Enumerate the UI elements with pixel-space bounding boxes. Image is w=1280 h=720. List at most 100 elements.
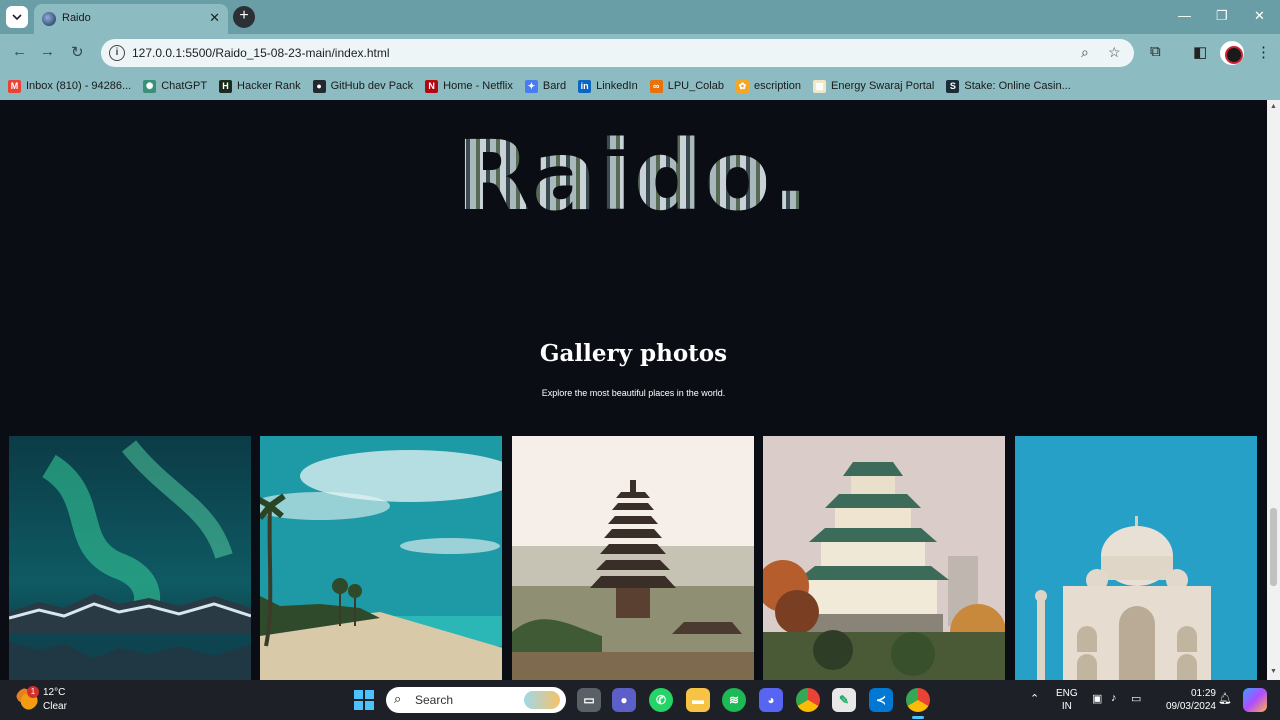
site-info-icon[interactable]: i	[109, 45, 125, 61]
photo-taj-mahal[interactable]	[1015, 436, 1257, 680]
reload-icon[interactable]: ↻	[71, 43, 84, 61]
bookmark-label: Hacker Rank	[237, 80, 301, 92]
back-icon[interactable]: ←	[12, 43, 27, 60]
netflix-icon: N	[425, 79, 439, 93]
menu-kebab-icon[interactable]: ⋮	[1256, 43, 1271, 61]
start-button[interactable]	[354, 690, 374, 710]
close-tab-icon[interactable]: ✕	[209, 10, 220, 26]
tab-search-button[interactable]	[6, 6, 28, 28]
copilot-icon[interactable]	[1243, 688, 1267, 712]
chevron-down-icon	[12, 14, 22, 21]
github-icon: ●	[312, 79, 326, 93]
spotify-icon[interactable]: ≋	[722, 688, 746, 712]
tab-raido[interactable]: Raido ✕	[34, 4, 228, 34]
bookmark-label: Bard	[542, 80, 567, 92]
teams-icon[interactable]: ●	[612, 688, 636, 712]
side-panel-icon[interactable]: ◧	[1193, 43, 1207, 61]
extensions-icon[interactable]: ⧉	[1150, 43, 1161, 60]
maximize-icon[interactable]: ❐	[1216, 8, 1228, 24]
photo-beach[interactable]	[260, 436, 502, 680]
gallery-subtitle: Explore the most beautiful places in the…	[541, 388, 726, 398]
vscode-icon[interactable]: ≺	[869, 688, 893, 712]
taskbar: 1 12°C Clear ⌕ Search ▭ ● ✆ ▬ ≋ ◕ ✎ ≺ ⌃ …	[0, 680, 1280, 720]
bookmark-star-icon[interactable]: ☆	[1108, 44, 1121, 61]
bookmark-label: LinkedIn	[596, 80, 638, 92]
search-highlight-icon	[524, 691, 560, 709]
url-text[interactable]: 127.0.0.1:5500/Raido_15-08-23-main/index…	[132, 46, 390, 60]
bookmark-label: escription	[753, 80, 802, 92]
chrome-profile-icon[interactable]	[906, 688, 930, 712]
bookmark-item[interactable]: S Stake: Online Casin...	[946, 79, 1071, 93]
bookmark-item[interactable]: ▦ Energy Swaraj Portal	[813, 79, 934, 93]
bookmark-label: GitHub dev Pack	[330, 80, 414, 92]
chrome-icon[interactable]	[796, 688, 820, 712]
photo-pagoda[interactable]	[512, 436, 754, 680]
site-logo[interactable]: Raido.	[0, 120, 1267, 232]
gmail-icon: M	[8, 79, 21, 93]
weather-condition[interactable]: Clear	[43, 701, 67, 712]
taj-mahal-image	[1015, 436, 1257, 680]
volume-icon[interactable]: ♪	[1111, 692, 1117, 704]
new-tab-button[interactable]: +	[233, 6, 255, 28]
scroll-thumb[interactable]	[1270, 508, 1277, 586]
gallery-heading: Gallery photos	[539, 340, 728, 367]
bookmark-item[interactable]: M Inbox (810) - 94286...	[8, 79, 131, 93]
navigation-bar: ← → ↻ i 127.0.0.1:5500/Raido_15-08-23-ma…	[0, 34, 1280, 72]
bookmark-label: LPU_Colab	[667, 80, 724, 92]
bookmark-item[interactable]: H Hacker Rank	[219, 79, 301, 93]
colab-icon: ∞	[649, 79, 663, 93]
taskbar-search[interactable]: ⌕ Search	[386, 687, 566, 713]
tab-title: Raido	[62, 12, 91, 24]
bookmark-item[interactable]: N Home - Netflix	[425, 79, 513, 93]
clock-time: 01:29	[1190, 688, 1216, 699]
clock-date: 09/03/2024	[1165, 701, 1216, 712]
weather-badge: 1	[27, 686, 39, 698]
windows-logo-icon	[354, 690, 363, 699]
bookmark-item[interactable]: ∞ LPU_Colab	[649, 79, 724, 93]
file-explorer-icon[interactable]: ▬	[686, 688, 710, 712]
minimize-icon[interactable]: —	[1178, 8, 1191, 23]
window-close-icon[interactable]: ✕	[1254, 8, 1265, 24]
pagoda-image	[512, 436, 754, 680]
bookmark-item[interactable]: ✦ Bard	[524, 79, 567, 93]
language-secondary: IN	[1061, 701, 1072, 712]
linkedin-icon: in	[578, 79, 592, 93]
zoom-icon[interactable]: ⌕	[1081, 44, 1089, 61]
bookmark-item[interactable]: ✿ escription	[735, 79, 802, 93]
search-label: Search	[415, 693, 454, 707]
photo-aurora[interactable]	[9, 436, 251, 680]
page-scrollbar[interactable]: ▲ ▼	[1267, 100, 1280, 680]
task-view-icon[interactable]: ▭	[577, 688, 601, 712]
discord-icon[interactable]: ◕	[759, 688, 783, 712]
network-icon[interactable]: ▣	[1092, 692, 1102, 705]
photo-castle[interactable]	[763, 436, 1005, 680]
bookmark-item[interactable]: in LinkedIn	[578, 79, 638, 93]
notepad-icon[interactable]: ✎	[832, 688, 856, 712]
tray-overflow-icon[interactable]: ⌃	[1030, 692, 1039, 705]
address-bar[interactable]: i 127.0.0.1:5500/Raido_15-08-23-main/ind…	[101, 39, 1134, 67]
language-primary: ENG	[1056, 688, 1078, 699]
beach-image	[260, 436, 502, 680]
bookmarks-bar: M Inbox (810) - 94286... ✺ ChatGPT H Hacker R…	[0, 72, 1280, 100]
weather-temperature[interactable]: 12°C	[43, 687, 65, 698]
globe-icon	[42, 12, 56, 26]
battery-icon[interactable]: ▭	[1131, 692, 1141, 705]
forward-icon[interactable]: →	[40, 43, 55, 60]
hackerrank-icon: H	[219, 79, 233, 93]
bookmark-item[interactable]: ● GitHub dev Pack	[312, 79, 414, 93]
scroll-up-icon[interactable]: ▲	[1270, 103, 1277, 110]
bard-icon: ✦	[524, 79, 538, 93]
castle-image	[763, 436, 1005, 680]
scroll-down-icon[interactable]: ▼	[1270, 668, 1277, 675]
bookmark-label: ChatGPT	[161, 80, 208, 92]
tab-bar: Raido ✕ + — ❐ ✕	[0, 0, 1280, 34]
whatsapp-icon[interactable]: ✆	[649, 688, 673, 712]
bookmark-item[interactable]: ✺ ChatGPT	[143, 79, 208, 93]
language-indicator[interactable]: ENG IN	[1056, 687, 1078, 713]
web-page: Raido. Gallery photos Explore the most b…	[0, 100, 1267, 680]
profile-avatar[interactable]	[1220, 41, 1244, 65]
energy-portal-icon: ▦	[813, 79, 827, 93]
notification-bell-icon[interactable]: 🔔︎	[1218, 692, 1232, 705]
bookmark-site-icon: ✿	[735, 79, 749, 93]
system-clock[interactable]: 01:29 09/03/2024	[1152, 687, 1216, 713]
